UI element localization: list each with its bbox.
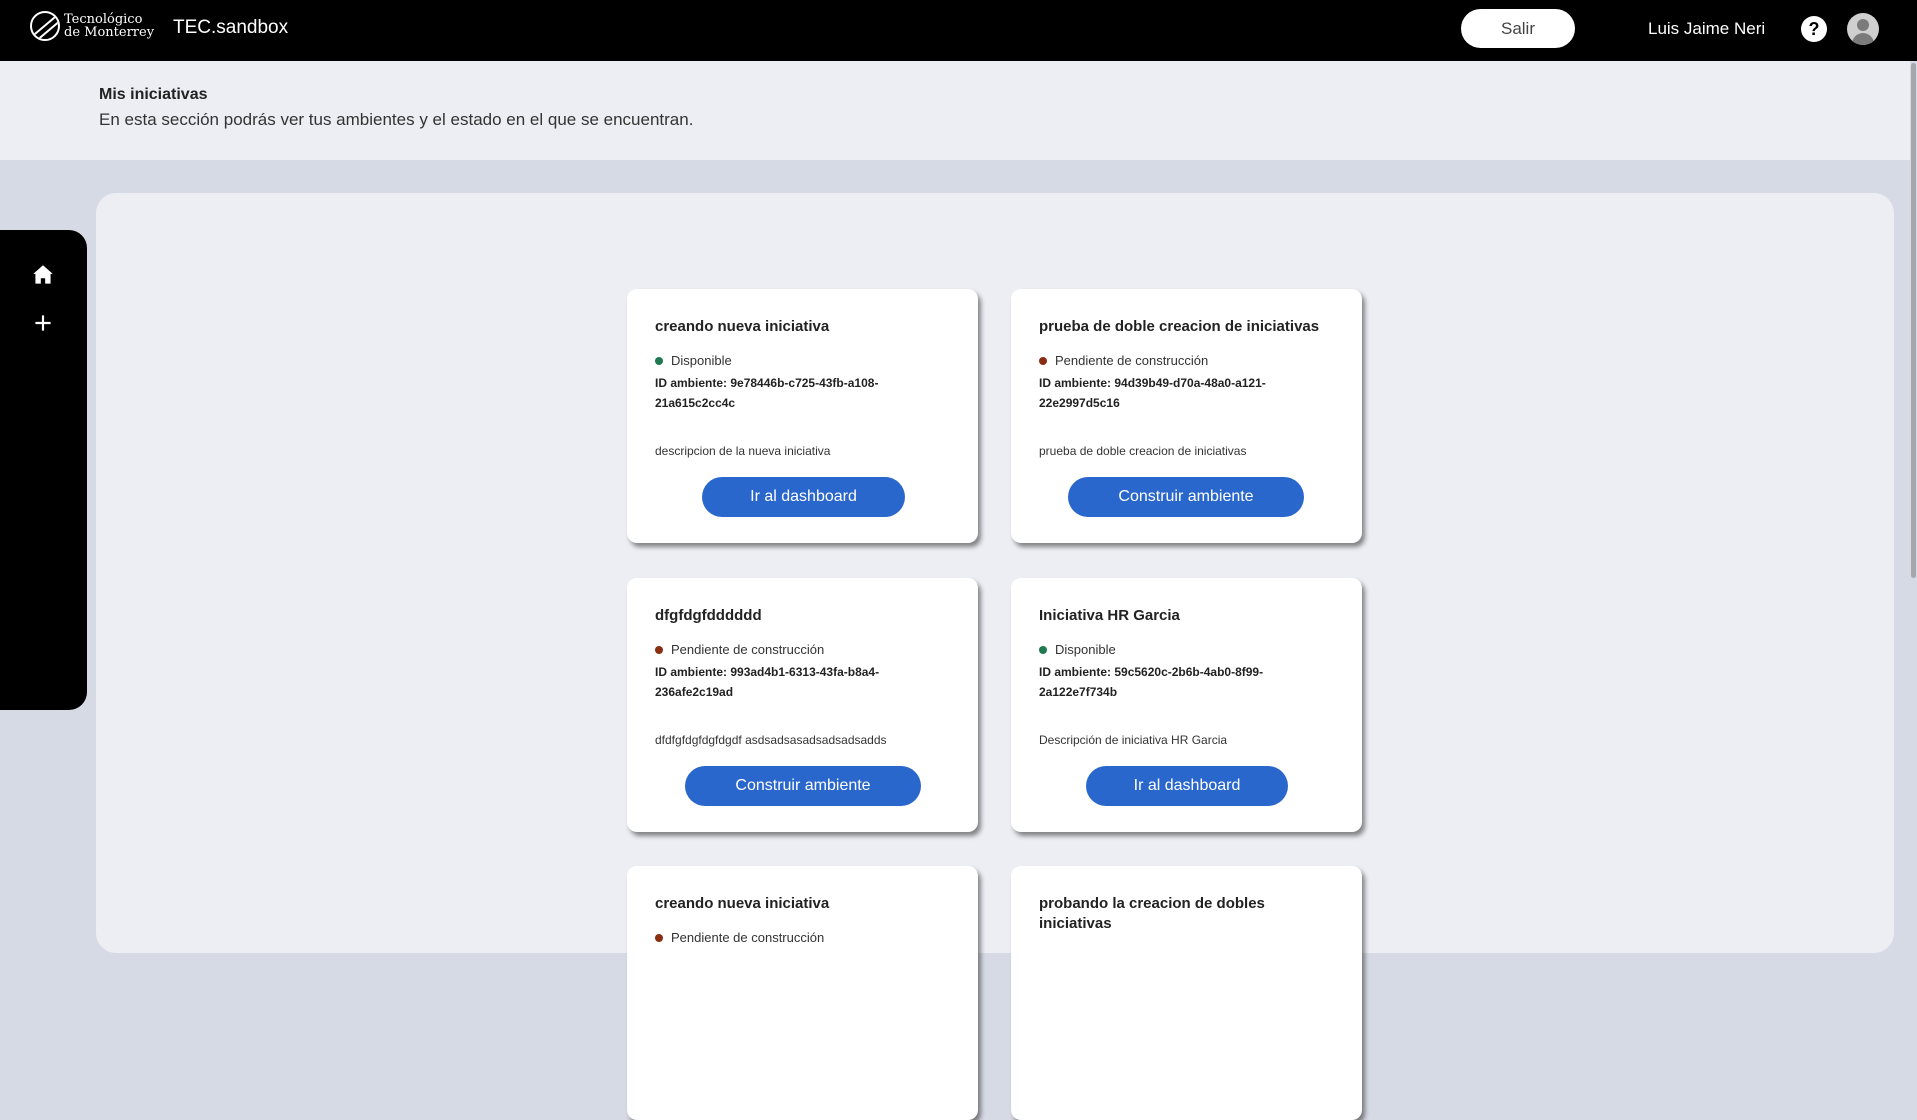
status-dot-icon	[1039, 356, 1047, 365]
home-icon[interactable]	[30, 262, 56, 288]
card-title: dfgfdgfdddddd	[655, 607, 762, 624]
card-status: Pendiente de construcción	[1039, 353, 1208, 368]
go-to-dashboard-button[interactable]: Ir al dashboard	[1086, 766, 1288, 806]
avatar-head	[1857, 19, 1869, 31]
help-icon[interactable]: ?	[1801, 16, 1827, 42]
main-panel: creando nueva iniciativa Disponible ID a…	[96, 193, 1894, 1120]
page-subtitle: En esta sección podrás ver tus ambientes…	[99, 110, 694, 129]
card-status-label: Pendiente de construcción	[671, 930, 825, 945]
card-title: Iniciativa HR Garcia	[1039, 607, 1180, 624]
page-header: Mis iniciativas En esta sección podrás v…	[0, 61, 1910, 160]
card-description: descripcion de la nueva iniciativa	[655, 444, 831, 458]
card-environment-id: ID ambiente: 94d39b49-d70a-48a0-a121-22e…	[1039, 376, 1266, 410]
status-dot-icon	[655, 933, 663, 942]
avatar-body	[1852, 33, 1874, 45]
logo-line2: de Monterrey	[64, 25, 155, 40]
card-environment-id: ID ambiente: 59c5620c-2b6b-4ab0-8f99-2a1…	[1039, 665, 1264, 699]
card-title: creando nueva iniciativa	[655, 895, 830, 912]
sidebar	[0, 230, 87, 710]
card-description: prueba de doble creacion de iniciativas	[1039, 444, 1247, 458]
tec-logo[interactable]: Tecnológico de Monterrey	[30, 11, 154, 41]
card-status-label: Disponible	[671, 353, 732, 368]
tec-logo-icon	[30, 11, 60, 41]
status-dot-icon	[655, 356, 663, 365]
card-title: probando la creacion de dobles iniciativ…	[1039, 895, 1265, 932]
initiative-card: creando nueva iniciativa Disponible ID a…	[627, 289, 978, 543]
card-title: prueba de doble creacion de iniciativas	[1039, 318, 1320, 335]
card-status-label: Pendiente de construcción	[671, 642, 825, 657]
logout-button[interactable]: Salir	[1461, 9, 1575, 48]
build-environment-button[interactable]: Construir ambiente	[685, 766, 921, 806]
card-title: creando nueva iniciativa	[655, 318, 830, 335]
status-dot-icon	[655, 645, 663, 654]
top-bar: Tecnológico de Monterrey TEC.sandbox Sal…	[0, 0, 1917, 61]
initiative-card: probando la creacion de dobles iniciativ…	[1011, 866, 1362, 1120]
card-status: Disponible	[655, 353, 732, 368]
card-environment-id: ID ambiente: 993ad4b1-6313-43fa-b8a4-236…	[655, 665, 880, 699]
app-name[interactable]: TEC.sandbox	[173, 17, 288, 39]
initiative-card: prueba de doble creacion de iniciativas …	[1011, 289, 1362, 543]
go-to-dashboard-button[interactable]: Ir al dashboard	[702, 477, 905, 517]
initiative-card: Iniciativa HR Garcia Disponible ID ambie…	[1011, 578, 1362, 832]
plus-icon[interactable]	[30, 310, 56, 336]
avatar[interactable]	[1847, 13, 1879, 45]
card-status: Pendiente de construcción	[655, 930, 824, 945]
card-environment-id: ID ambiente: 9e78446b-c725-43fb-a108-21a…	[655, 376, 879, 410]
card-status: Pendiente de construcción	[655, 642, 824, 657]
card-description: Descripción de iniciativa HR Garcia	[1039, 733, 1228, 747]
card-status-label: Pendiente de construcción	[1055, 353, 1209, 368]
card-status: Disponible	[1039, 642, 1116, 657]
tec-logo-text: Tecnológico de Monterrey	[64, 13, 154, 39]
status-dot-icon	[1039, 645, 1047, 654]
initiative-card: dfgfdgfdddddd Pendiente de construcción …	[627, 578, 978, 832]
build-environment-button[interactable]: Construir ambiente	[1068, 477, 1304, 517]
page-title: Mis iniciativas	[99, 86, 208, 103]
card-status-label: Disponible	[1055, 642, 1116, 657]
scrollbar-thumb[interactable]	[1911, 63, 1916, 578]
initiative-card: creando nueva iniciativa Pendiente de co…	[627, 866, 978, 1120]
card-description: dfdfgfdgfdgfdgdf asdsadsasadsadsadsadds	[655, 733, 887, 747]
user-name: Luis Jaime Neri	[1648, 19, 1766, 38]
